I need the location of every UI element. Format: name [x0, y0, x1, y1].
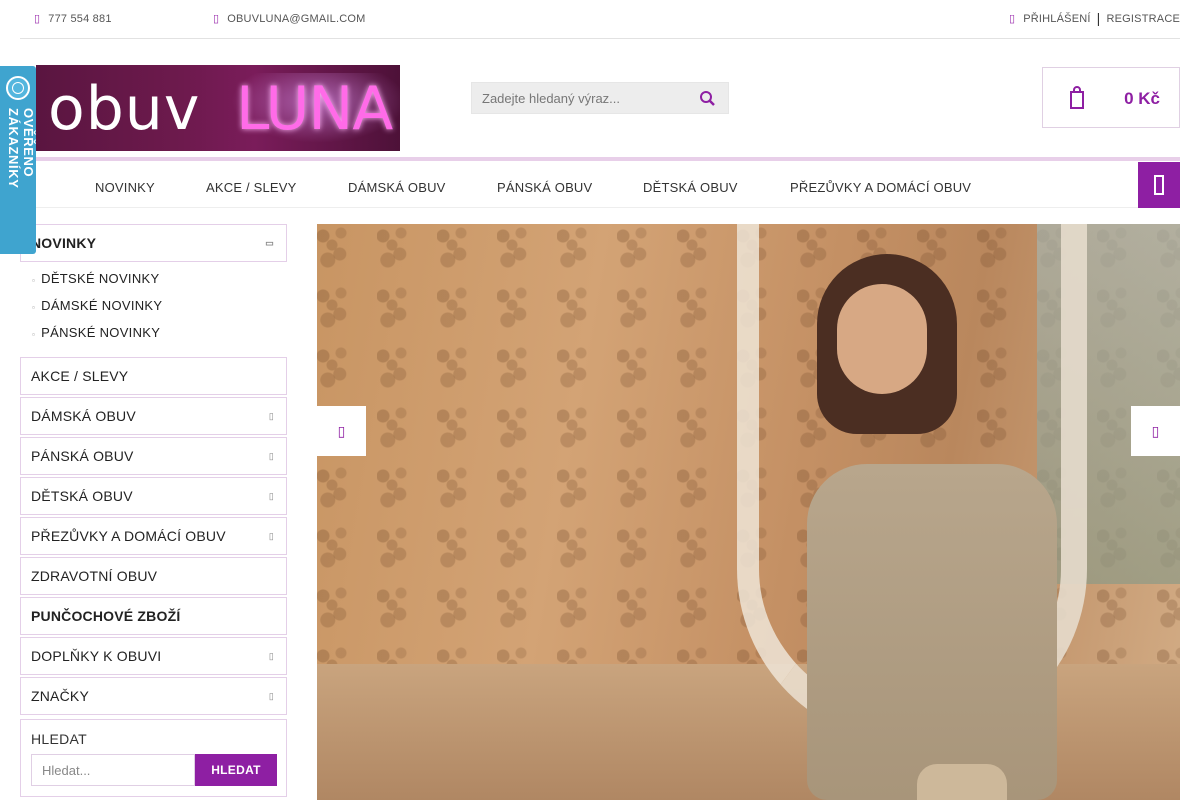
nav-item-prezuvky[interactable]: PŘEZŮVKY A DOMÁCÍ OBUV	[790, 180, 971, 195]
email-contact[interactable]: ▯ OBUVLUNA@GMAIL.COM	[213, 12, 366, 26]
cart-button[interactable]: 0 Kč	[1042, 67, 1180, 128]
phone-icon: ▯	[34, 13, 41, 25]
sidebar-item-label: ZDRAVOTNÍ OBUV	[31, 568, 158, 584]
email-address: OBUVLUNA@GMAIL.COM	[227, 12, 366, 25]
sidebar-item-panska-obuv[interactable]: PÁNSKÁ OBUV ▯	[20, 437, 287, 475]
sidebar-subitem-panske-novinky[interactable]: ▫ PÁNSKÉ NOVINKY	[32, 322, 287, 349]
sidebar-subitem-label: DĚTSKÉ NOVINKY	[41, 271, 160, 286]
login-link[interactable]: PŘIHLÁŠENÍ	[1023, 13, 1090, 25]
sidebar-search-input[interactable]	[31, 754, 195, 786]
register-link[interactable]: REGISTRACE	[1106, 13, 1180, 25]
search-icon[interactable]	[698, 89, 718, 109]
verified-badge[interactable]: OVĚŘENO ZÁKAZNÍKY	[0, 66, 36, 254]
nav-item-novinky[interactable]: NOVINKY	[95, 180, 155, 195]
sidebar-item-puncochove-zbozi[interactable]: PUNČOCHOVÉ ZBOŽÍ	[20, 597, 287, 635]
sidebar: NOVINKY ▭ ▫ DĚTSKÉ NOVINKY ▫ DÁMSKÉ NOVINK…	[20, 224, 287, 717]
sidebar-item-label: DĚTSKÁ OBUV	[31, 488, 133, 504]
cart-icon	[1070, 86, 1084, 109]
sidebar-item-akce[interactable]: AKCE / SLEVY	[20, 357, 287, 395]
menu-icon	[1154, 175, 1164, 195]
logo-word-obuv: obuv	[48, 74, 201, 144]
main-nav: ▯ NOVINKY AKCE / SLEVY DÁMSKÁ OBUV PÁNSK…	[20, 161, 1180, 208]
sidebar-search-box: HLEDAT HLEDAT	[20, 719, 287, 797]
sidebar-item-label: AKCE / SLEVY	[31, 368, 129, 384]
top-bar: ▯ 777 554 881 ▯ OBUVLUNA@GMAIL.COM ▯ PŘI…	[20, 0, 1180, 39]
menu-button[interactable]	[1138, 162, 1180, 208]
sidebar-item-label: PUNČOCHOVÉ ZBOŽÍ	[31, 608, 181, 624]
sidebar-item-label: NOVINKY	[31, 235, 97, 251]
expand-icon[interactable]: ▯	[269, 518, 274, 554]
collapse-icon[interactable]: ▭	[265, 225, 274, 261]
logo[interactable]: obuv LUNA	[36, 65, 400, 151]
sidebar-search-title: HLEDAT	[31, 731, 87, 747]
hero-banner[interactable]	[317, 224, 1180, 800]
bullet-icon: ▫	[32, 276, 36, 285]
sidebar-item-novinky[interactable]: NOVINKY ▭	[20, 224, 287, 262]
banner-next-button[interactable]: ▯	[1131, 406, 1180, 456]
sidebar-item-doplnky[interactable]: DOPLŇKY K OBUVI ▯	[20, 637, 287, 675]
sidebar-submenu: ▫ DĚTSKÉ NOVINKY ▫ DÁMSKÉ NOVINKY ▫ PÁNSKÉ …	[20, 264, 287, 357]
expand-icon[interactable]: ▯	[269, 438, 274, 474]
expand-icon[interactable]: ▯	[269, 478, 274, 514]
header-search	[471, 82, 729, 114]
cart-total: 0 Kč	[1124, 89, 1160, 108]
sidebar-subitem-damske-novinky[interactable]: ▫ DÁMSKÉ NOVINKY	[32, 295, 287, 322]
seal-icon	[6, 76, 30, 100]
phone-contact[interactable]: ▯ 777 554 881	[34, 12, 112, 26]
sidebar-subitem-label: PÁNSKÉ NOVINKY	[41, 325, 161, 340]
user-icon: ▯	[1008, 13, 1016, 25]
divider: |	[1096, 10, 1101, 26]
sidebar-search-button[interactable]: HLEDAT	[195, 754, 277, 786]
account-links: ▯ PŘIHLÁŠENÍ | REGISTRACE	[1008, 10, 1180, 26]
verified-badge-text: OVĚŘENO ZÁKAZNÍKY	[6, 108, 36, 189]
sidebar-subitem-label: DÁMSKÉ NOVINKY	[41, 298, 163, 313]
sidebar-item-damska-obuv[interactable]: DÁMSKÁ OBUV ▯	[20, 397, 287, 435]
phone-number: 777 554 881	[48, 12, 112, 25]
sidebar-item-znacky[interactable]: ZNAČKY ▯	[20, 677, 287, 715]
search-input[interactable]	[472, 83, 692, 113]
banner-prev-button[interactable]: ▯	[317, 406, 366, 456]
expand-icon[interactable]: ▯	[269, 678, 274, 714]
nav-item-akce[interactable]: AKCE / SLEVY	[206, 180, 297, 195]
sidebar-item-label: ZNAČKY	[31, 688, 89, 704]
sidebar-item-label: DOPLŇKY K OBUVI	[31, 648, 162, 664]
bullet-icon: ▫	[32, 330, 36, 339]
nav-item-detska-obuv[interactable]: DĚTSKÁ OBUV	[643, 180, 738, 195]
sidebar-item-label: DÁMSKÁ OBUV	[31, 408, 136, 424]
sidebar-item-zdravotni-obuv[interactable]: ZDRAVOTNÍ OBUV	[20, 557, 287, 595]
logo-word-luna: LUNA	[236, 74, 393, 144]
sidebar-item-prezuvky[interactable]: PŘEZŮVKY A DOMÁCÍ OBUV ▯	[20, 517, 287, 555]
mail-icon: ▯	[213, 13, 220, 25]
expand-icon[interactable]: ▯	[269, 398, 274, 434]
expand-icon[interactable]: ▯	[269, 638, 274, 674]
chevron-right-icon: ▯	[1151, 423, 1160, 439]
sidebar-item-label: PŘEZŮVKY A DOMÁCÍ OBUV	[31, 528, 226, 544]
nav-item-damska-obuv[interactable]: DÁMSKÁ OBUV	[348, 180, 446, 195]
sidebar-subitem-detske-novinky[interactable]: ▫ DĚTSKÉ NOVINKY	[32, 268, 287, 295]
nav-item-panska-obuv[interactable]: PÁNSKÁ OBUV	[497, 180, 592, 195]
bullet-icon: ▫	[32, 303, 36, 312]
sidebar-item-label: PÁNSKÁ OBUV	[31, 448, 134, 464]
chevron-left-icon: ▯	[337, 423, 346, 439]
sidebar-item-detska-obuv[interactable]: DĚTSKÁ OBUV ▯	[20, 477, 287, 515]
